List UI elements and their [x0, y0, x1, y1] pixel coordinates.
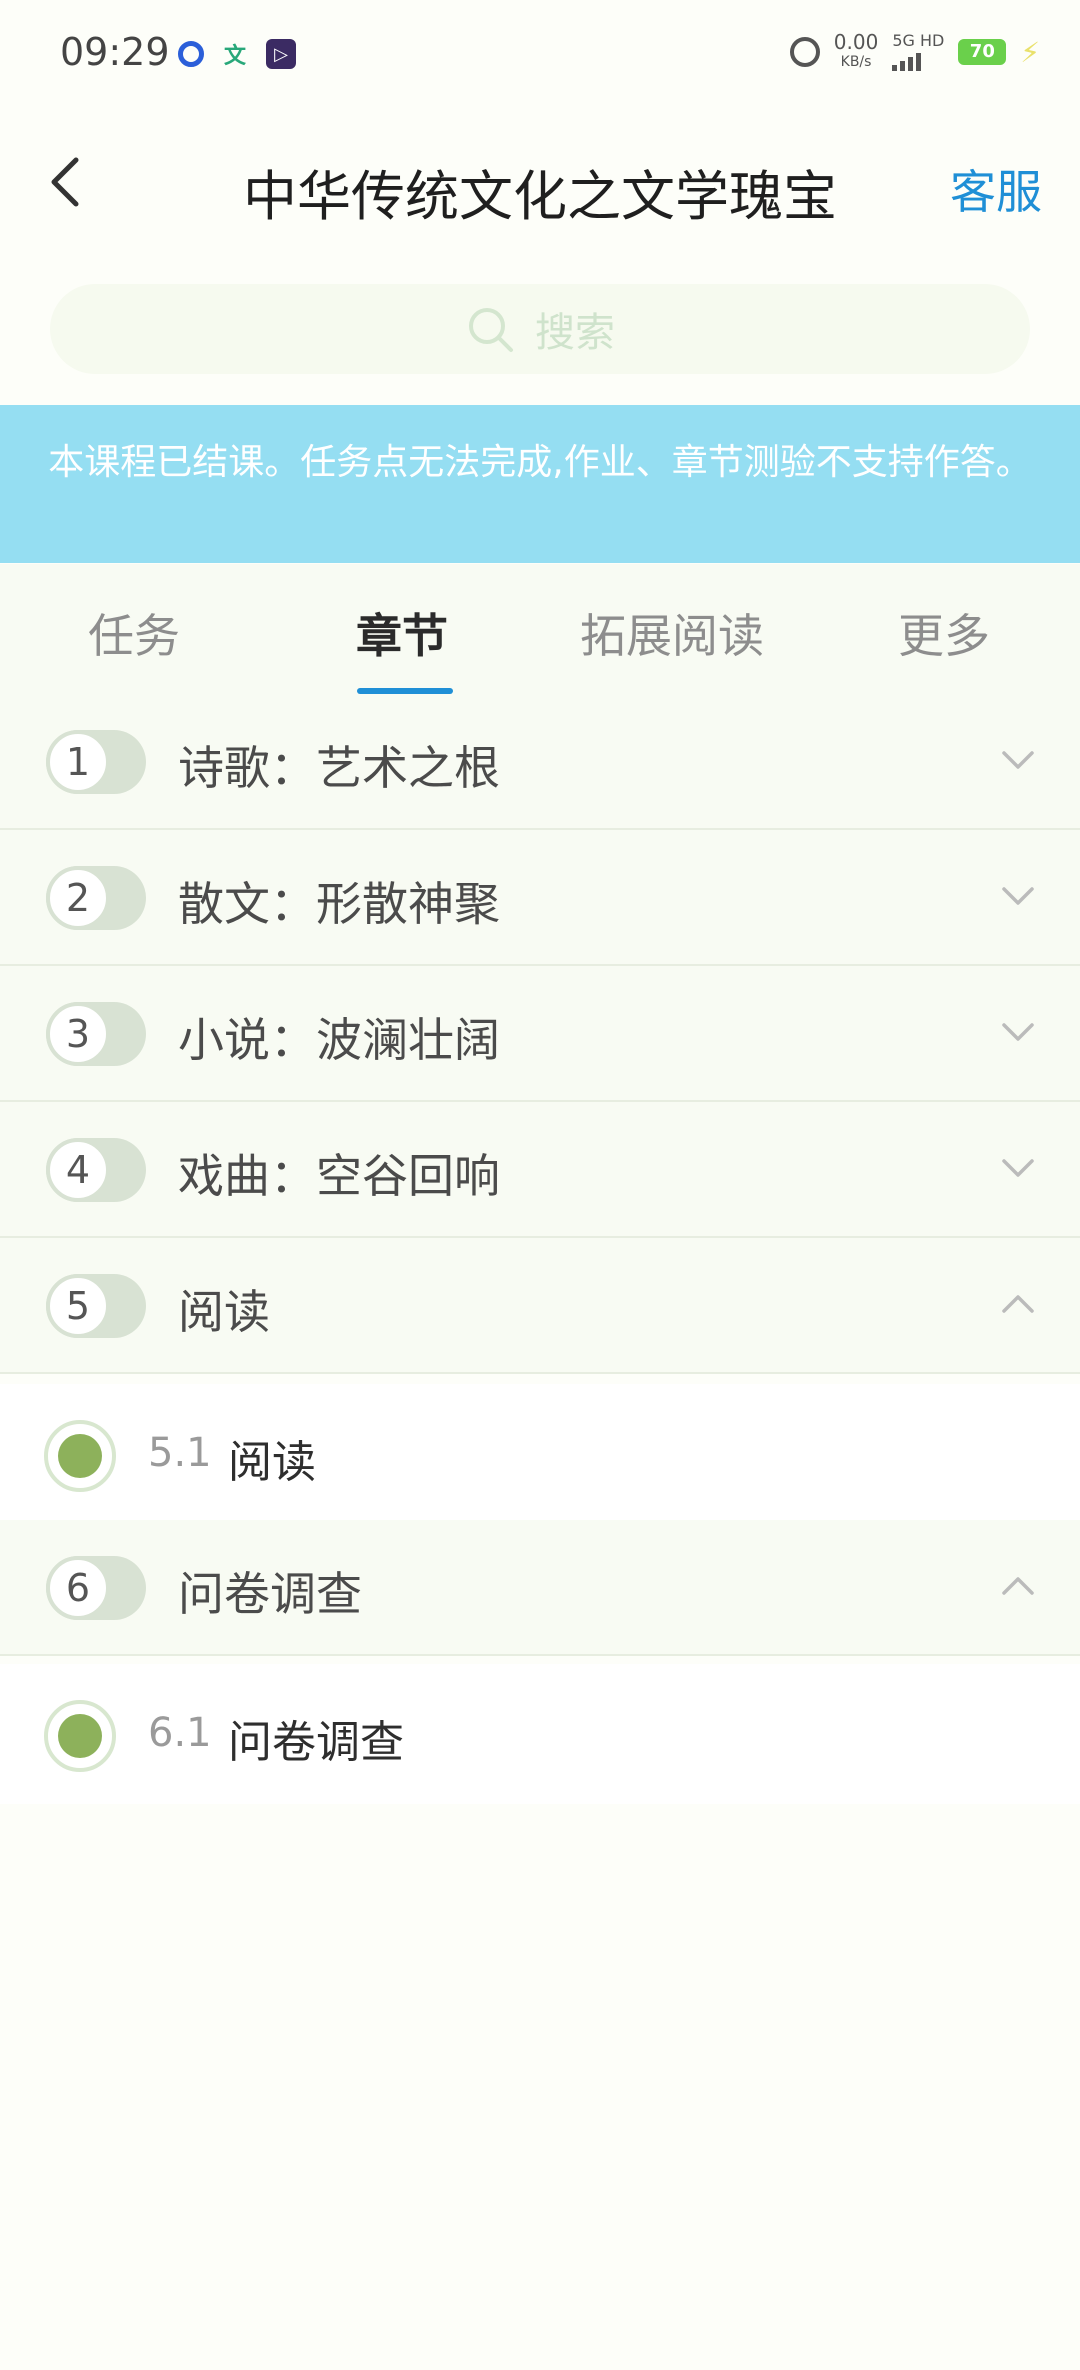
chevron-down-icon[interactable] — [998, 876, 1038, 916]
tab-chapters[interactable]: 章节 — [356, 600, 448, 666]
search-icon — [469, 308, 513, 352]
status-bar: 09:29 文 ▷ 0.00 KB/s 5G HD 70 ⚡ — [0, 0, 1080, 110]
chapter-number-badge: 6 — [46, 1556, 146, 1620]
chapter-row[interactable]: 6 问卷调查 — [0, 1520, 1080, 1656]
chapter-number-badge: 1 — [46, 730, 146, 794]
chapter-number: 3 — [46, 1002, 110, 1066]
status-time: 09:29 — [60, 30, 170, 74]
page-title: 中华传统文化之文学瑰宝 — [243, 165, 837, 228]
chapter-title: 散文：形散神聚 — [178, 877, 500, 931]
network-indicator: 5G HD — [892, 33, 944, 71]
section-number: 6.1 — [148, 1710, 212, 1756]
chapter-number-badge: 5 — [46, 1274, 146, 1338]
alarm-icon — [789, 37, 820, 67]
chevron-down-icon[interactable] — [998, 1012, 1038, 1052]
search-bar[interactable]: 搜索 — [50, 284, 1030, 374]
network-type: 5G HD — [892, 31, 945, 50]
chapter-title: 小说：波澜壮阔 — [178, 1013, 500, 1067]
chevron-down-icon[interactable] — [998, 1148, 1038, 1188]
wen-app-icon: 文 — [224, 44, 247, 69]
completed-dot-icon — [58, 1714, 102, 1758]
section-number: 5.1 — [148, 1430, 212, 1476]
status-right: 0.00 KB/s 5G HD 70 ⚡ — [789, 32, 1040, 72]
completed-dot-icon — [58, 1434, 102, 1478]
course-ended-banner: 本课程已结课。任务点无法完成,作业、章节测验不支持作答。 — [0, 405, 1080, 563]
tab-tasks[interactable]: 任务 — [88, 600, 180, 666]
charging-icon: ⚡ — [1020, 35, 1040, 69]
chevron-up-icon[interactable] — [998, 1284, 1038, 1324]
tab-more[interactable]: 更多 — [898, 600, 990, 666]
task-status-indicator — [44, 1700, 116, 1772]
chapter-row[interactable]: 4 戏曲：空谷回响 — [0, 1102, 1080, 1238]
chapter-number-badge: 2 — [46, 866, 146, 930]
section-title: 阅读 — [228, 1437, 316, 1488]
chapter-number: 4 — [46, 1138, 110, 1202]
speed-unit: KB/s — [840, 54, 872, 70]
chevron-down-icon[interactable] — [998, 740, 1038, 780]
search-placeholder: 搜索 — [535, 310, 615, 356]
chapter-number-badge: 4 — [46, 1138, 146, 1202]
tab-bar: 任务 章节 拓展阅读 更多 — [0, 564, 1080, 694]
battery-icon: 70 — [958, 39, 1007, 65]
chapter-title: 诗歌：艺术之根 — [178, 741, 500, 795]
chapter-number-badge: 3 — [46, 1002, 146, 1066]
chapter-row[interactable]: 1 诗歌：艺术之根 — [0, 694, 1080, 830]
section-title: 问卷调查 — [228, 1717, 404, 1768]
chapter-row[interactable]: 3 小说：波澜壮阔 — [0, 966, 1080, 1102]
chapter-title: 阅读 — [178, 1285, 270, 1339]
app-notification-icon — [178, 41, 204, 67]
chapter-number: 6 — [46, 1556, 110, 1620]
chapter-number: 2 — [46, 866, 110, 930]
task-status-indicator — [44, 1420, 116, 1492]
tab-extended-reading[interactable]: 拓展阅读 — [580, 600, 764, 666]
play-app-icon: ▷ — [266, 39, 297, 69]
chapter-number: 5 — [46, 1274, 110, 1338]
chapter-title: 问卷调查 — [178, 1567, 362, 1621]
chapter-row[interactable]: 2 散文：形散神聚 — [0, 830, 1080, 966]
signal-icon — [892, 49, 944, 71]
network-speed: 0.00 KB/s — [834, 32, 879, 72]
status-app-icons: 文 ▷ — [178, 38, 297, 70]
customer-service-button[interactable]: 客服 — [950, 156, 1042, 222]
chevron-up-icon[interactable] — [998, 1566, 1038, 1606]
chapter-number: 1 — [46, 730, 110, 794]
section-row[interactable]: 6.1 问卷调查 — [0, 1664, 1080, 1804]
chapter-title: 戏曲：空谷回响 — [178, 1149, 500, 1203]
header: 中华传统文化之文学瑰宝 客服 — [0, 130, 1080, 240]
chapter-row[interactable]: 5 阅读 — [0, 1238, 1080, 1374]
section-row[interactable]: 5.1 阅读 — [0, 1384, 1080, 1524]
speed-value: 0.00 — [833, 30, 879, 54]
